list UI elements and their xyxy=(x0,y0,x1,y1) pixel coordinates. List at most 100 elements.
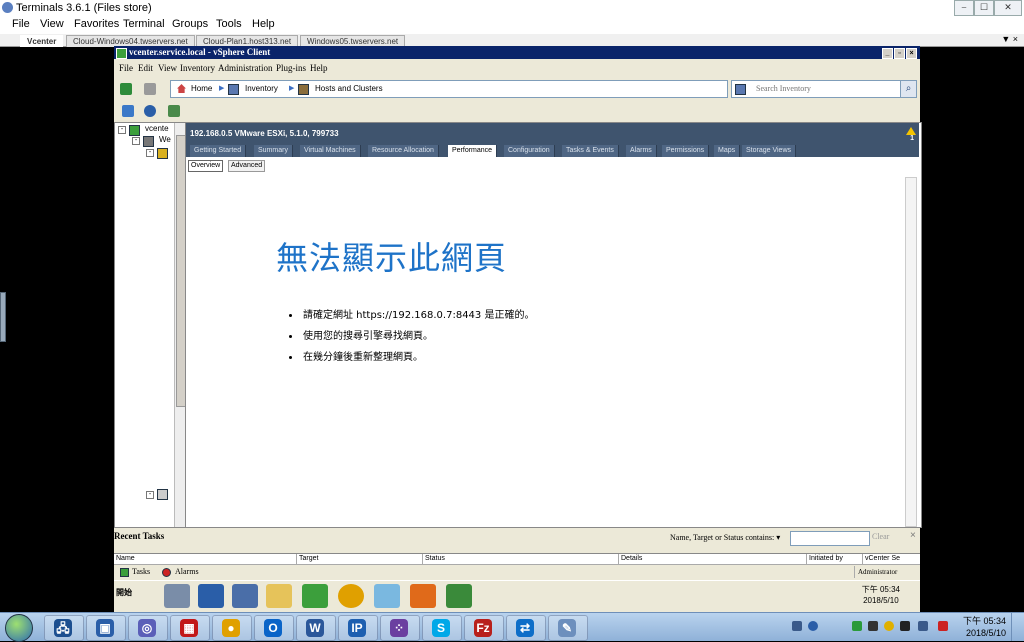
remote-explorer-icon[interactable] xyxy=(266,584,292,608)
taskbar-globe-button[interactable]: ◎ xyxy=(128,615,168,641)
menu-tools[interactable]: Tools xyxy=(216,18,242,30)
tree-collapse-icon[interactable]: - xyxy=(132,137,140,145)
tab-tasks-events[interactable]: Tasks & Events xyxy=(562,145,619,157)
tab-resource-allocation[interactable]: Resource Allocation xyxy=(368,145,439,157)
tree-collapse-icon[interactable]: - xyxy=(146,149,154,157)
taskbar-remote-desktop-button[interactable]: ▣ xyxy=(86,615,126,641)
taskbar-remote-desktop-button[interactable]: 🖧 xyxy=(44,615,84,641)
remote-server-manager-icon[interactable] xyxy=(164,584,190,608)
menu-view[interactable]: View xyxy=(40,18,64,30)
taskbar-dots-app-button[interactable]: ⁘ xyxy=(380,615,420,641)
remote-network-icon[interactable] xyxy=(232,584,258,608)
subtab-overview[interactable]: Overview xyxy=(188,160,224,172)
back-button[interactable] xyxy=(120,83,132,95)
menu-favorites[interactable]: Favorites xyxy=(74,18,119,30)
remote-start-button[interactable]: 開始 xyxy=(116,587,132,598)
vsphere-close-button[interactable]: × xyxy=(906,48,917,59)
tab-getting-started[interactable]: Getting Started xyxy=(190,145,247,157)
page-scrollbar[interactable] xyxy=(905,177,917,527)
tree-collapse-icon[interactable]: - xyxy=(118,126,126,134)
tabs-menu-close-icon[interactable]: ▼ × xyxy=(1001,34,1018,44)
vs-menu-inventory[interactable]: Inventory xyxy=(180,63,215,73)
subtab-advanced[interactable]: Advanced xyxy=(228,160,266,172)
tray-help-icon[interactable] xyxy=(808,621,818,631)
tab-maps[interactable]: Maps xyxy=(714,145,741,157)
remote-app2-icon[interactable] xyxy=(410,584,436,608)
tray-printer-icon[interactable] xyxy=(868,621,878,631)
search-icon[interactable]: ⌕ xyxy=(900,80,917,98)
menu-terminal[interactable]: Terminal xyxy=(123,18,165,30)
menu-help[interactable]: Help xyxy=(252,18,275,30)
remote-app3-icon[interactable] xyxy=(446,584,472,608)
tray-flag-icon[interactable] xyxy=(938,621,948,631)
start-button[interactable] xyxy=(5,614,33,642)
filter-dropdown[interactable]: Name, Target or Status contains: ▾ xyxy=(670,533,780,542)
filter-input[interactable] xyxy=(790,531,870,546)
taskbar-teamviewer-button[interactable]: ⇄ xyxy=(506,615,546,641)
vsphere-maximize-button[interactable]: ▫ xyxy=(894,48,905,59)
vs-menu-view[interactable]: View xyxy=(158,63,177,73)
tab-performance[interactable]: Performance xyxy=(448,145,498,157)
column-initiated-by[interactable]: Initiated by xyxy=(806,554,863,564)
column-status[interactable]: Status xyxy=(422,554,619,564)
tray-smiley-icon[interactable] xyxy=(884,621,894,631)
minimize-button[interactable]: ⎯ xyxy=(954,0,974,16)
new-host-icon[interactable] xyxy=(122,105,134,117)
close-panel-icon[interactable]: × xyxy=(910,530,916,541)
tab-summary[interactable]: Summary xyxy=(254,145,293,157)
tab-vcenter[interactable]: Vcenter xyxy=(20,35,64,47)
system-clock[interactable]: 下午 05:34 2018/5/10 xyxy=(963,615,1006,639)
taskbar-outlook-button[interactable]: O xyxy=(254,615,294,641)
search-scope-icon[interactable] xyxy=(735,84,746,95)
breadcrumb-hosts-clusters[interactable]: Hosts and Clusters xyxy=(315,81,383,97)
search-input[interactable] xyxy=(756,81,896,95)
taskbar-red-app-button[interactable]: ▦ xyxy=(170,615,210,641)
warning-icon[interactable] xyxy=(906,127,916,135)
tab-storage-views[interactable]: Storage Views xyxy=(742,145,797,157)
tray-network-icon[interactable] xyxy=(792,621,802,631)
taskbar-notepad-button[interactable]: ✎ xyxy=(548,615,588,641)
vs-menu-edit[interactable]: Edit xyxy=(138,63,153,73)
vsphere-minimize-button[interactable]: _ xyxy=(882,48,893,59)
tab-alarms-panel[interactable]: Alarms xyxy=(175,567,199,576)
vs-menu-administration[interactable]: Administration xyxy=(218,63,273,73)
column-name[interactable]: Name xyxy=(114,554,296,564)
menu-file[interactable]: File xyxy=(12,18,30,30)
tab-alarms[interactable]: Alarms xyxy=(626,145,657,157)
maximize-button[interactable]: ☐ xyxy=(974,0,994,16)
taskbar-ip-button[interactable]: IP xyxy=(338,615,378,641)
tray-app-icon[interactable] xyxy=(852,621,862,631)
tree-collapse-icon[interactable]: - xyxy=(146,491,154,499)
menu-groups[interactable]: Groups xyxy=(172,18,208,30)
new-cluster-icon[interactable] xyxy=(168,105,180,117)
taskbar-chrome-button[interactable]: ● xyxy=(212,615,252,641)
tree-node-datacenter[interactable]: We xyxy=(159,135,171,144)
tree-node-vcenter[interactable]: vcente xyxy=(145,124,169,133)
column-details[interactable]: Details xyxy=(618,554,807,564)
taskbar-word-button[interactable]: W xyxy=(296,615,336,641)
taskbar-skype-button[interactable]: S xyxy=(422,615,462,641)
remote-chrome-icon[interactable] xyxy=(338,584,364,608)
vs-menu-plugins[interactable]: Plug-ins xyxy=(276,63,306,73)
tab-tasks[interactable]: Tasks xyxy=(132,567,150,576)
refresh-icon[interactable] xyxy=(144,105,156,117)
tab-permissions[interactable]: Permissions xyxy=(662,145,710,157)
side-panel-handle[interactable] xyxy=(0,292,6,342)
vs-menu-file[interactable]: File xyxy=(119,63,133,73)
remote-powershell-icon[interactable] xyxy=(198,584,224,608)
taskbar-filezilla-button[interactable]: Fz xyxy=(464,615,504,641)
tray-volume-icon[interactable] xyxy=(918,621,928,631)
column-target[interactable]: Target xyxy=(296,554,423,564)
tab-configuration[interactable]: Configuration xyxy=(504,145,555,157)
tray-brush-icon[interactable] xyxy=(900,621,910,631)
breadcrumb-home[interactable]: Home xyxy=(191,81,212,97)
clear-button[interactable]: Clear xyxy=(872,532,889,541)
breadcrumb-inventory[interactable]: Inventory xyxy=(245,81,278,97)
vs-menu-help[interactable]: Help xyxy=(310,63,328,73)
forward-button[interactable] xyxy=(144,83,156,95)
column-vcenter-server[interactable]: vCenter Se xyxy=(862,554,921,564)
show-desktop-button[interactable] xyxy=(1011,613,1024,641)
close-button[interactable]: ✕ xyxy=(994,0,1022,16)
remote-app-icon[interactable] xyxy=(374,584,400,608)
tab-virtual-machines[interactable]: Virtual Machines xyxy=(300,145,361,157)
